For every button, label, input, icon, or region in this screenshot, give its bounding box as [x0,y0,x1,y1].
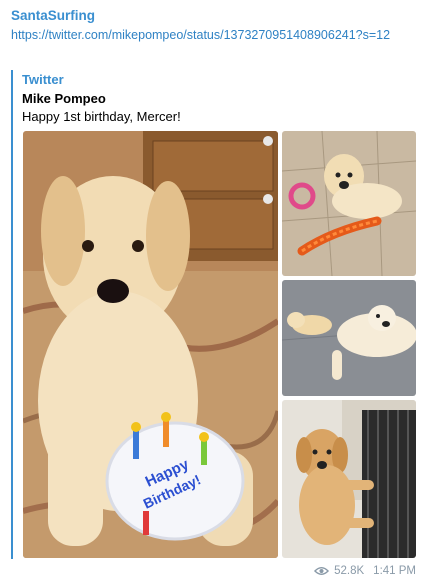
photo-puppy-and-dog[interactable] [282,280,416,396]
preview-text: Happy 1st birthday, Mercer! [22,109,181,124]
photo-puppy-toys[interactable] [282,131,416,276]
eye-icon [314,567,330,575]
tweet-link[interactable]: https://twitter.com/mikepompeo/status/13… [11,27,411,44]
preview-source: Twitter [22,72,64,87]
message-time: 1:41 PM [373,565,416,577]
message-meta: 52.8K 1:41 PM [314,565,416,577]
message-bubble: SantaSurfing https://twitter.com/mikepom… [0,0,428,578]
preview-author: Mike Pompeo [22,91,106,106]
photo-album: Happy Birthday! [23,131,416,558]
view-count: 52.8K [334,565,365,577]
sender-name[interactable]: SantaSurfing [11,8,95,23]
link-preview[interactable]: Twitter Mike Pompeo Happy 1st birthday, … [11,70,417,559]
photo-puppy-gate[interactable] [282,400,416,558]
photo-main[interactable]: Happy Birthday! [23,131,278,558]
